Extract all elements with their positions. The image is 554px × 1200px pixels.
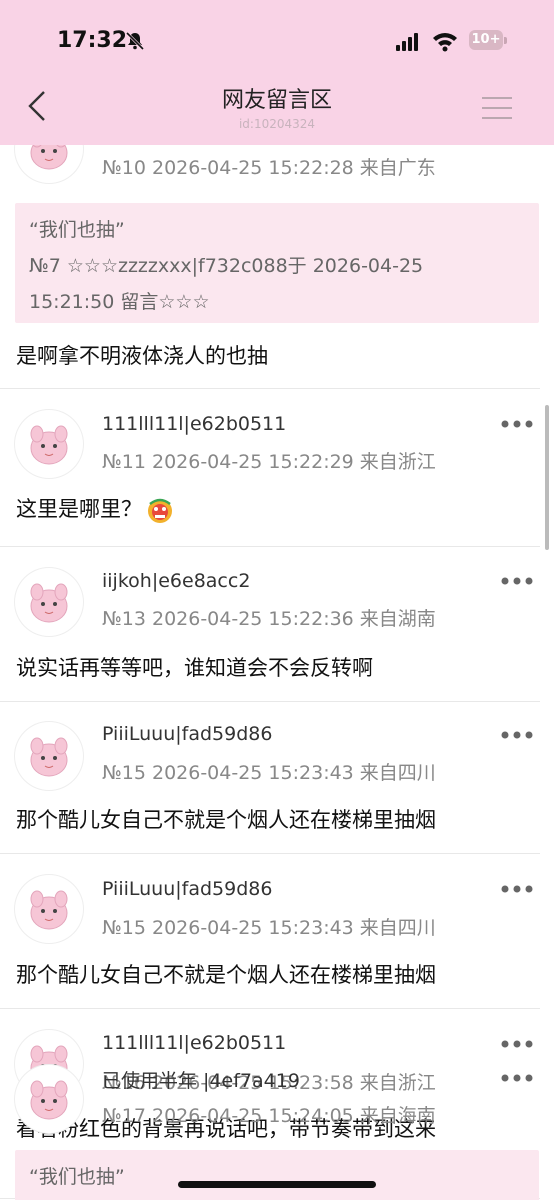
- avatar[interactable]: [15, 1065, 83, 1133]
- quote-text: “我们也抽”: [29, 1166, 125, 1188]
- username[interactable]: 111lll11l|e62b0511: [102, 413, 286, 435]
- username[interactable]: 111lll11l|e62b0511: [102, 1032, 286, 1054]
- quote-text: “我们也抽”: [29, 219, 125, 241]
- comment-text: 那个酷儿女自己不就是个烟人还在楼梯里抽烟: [16, 808, 436, 832]
- bell-muted-icon: [125, 31, 145, 51]
- jigglypuff-avatar-icon: [30, 145, 68, 170]
- comment-meta: №10 2026-04-25 15:22:28 来自广东: [102, 157, 436, 179]
- comment-text: 说实话再等等吧，谁知道会不会反转啊: [16, 656, 373, 680]
- comment-meta: №13 2026-04-25 15:22:36 来自湖南: [102, 608, 436, 630]
- avatar[interactable]: [15, 145, 83, 183]
- quote-source: №7 ☆☆☆zzzzxxx|f732c088于 2026-04-25: [29, 255, 424, 277]
- scrollbar[interactable]: [545, 405, 549, 550]
- avatar[interactable]: [15, 722, 83, 790]
- more-options-icon[interactable]: [500, 1039, 534, 1049]
- lion-dance-emoji-icon: [148, 498, 172, 523]
- jigglypuff-avatar-icon: [30, 1080, 68, 1120]
- battery-indicator: 10+: [469, 30, 507, 50]
- username[interactable]: 已使用半年 |4ef7a419: [102, 1066, 300, 1093]
- jigglypuff-avatar-icon: [30, 890, 68, 930]
- quote-source-time: 15:21:50 留言☆☆☆: [29, 291, 210, 313]
- quote-box: “我们也抽”: [15, 1150, 539, 1200]
- more-options-icon[interactable]: [500, 884, 534, 894]
- comment-meta: №11 2026-04-25 15:22:29 来自浙江: [102, 451, 436, 473]
- comment-text: 那个酷儿女自己不就是个烟人还在楼梯里抽烟: [16, 963, 436, 987]
- more-options-icon[interactable]: [500, 419, 534, 429]
- comment-list[interactable]: №10 2026-04-25 15:22:28 来自广东 “我们也抽” №7 ☆…: [0, 145, 554, 1200]
- username[interactable]: PiiiLuuu|fad59d86: [102, 878, 272, 900]
- comment-meta: №15 2026-04-25 15:23:43 来自四川: [102, 762, 436, 784]
- page-title: 网友留言区: [221, 88, 332, 113]
- divider: [0, 853, 540, 854]
- comment-text: 是啊拿不明液体浇人的也抽: [16, 344, 268, 368]
- comment-meta: №17 2026-04-25 15:24:05 来自海南: [102, 1105, 436, 1127]
- home-indicator[interactable]: [178, 1181, 376, 1188]
- wifi-icon: [433, 33, 457, 52]
- divider: [0, 546, 540, 547]
- page-id: id:10204324: [238, 117, 316, 131]
- username[interactable]: iijkoh|e6e8acc2: [102, 570, 250, 592]
- avatar[interactable]: [15, 410, 83, 478]
- more-options-icon[interactable]: [500, 1073, 534, 1083]
- avatar[interactable]: [15, 875, 83, 943]
- divider: [0, 701, 540, 702]
- status-time: 17:32: [57, 28, 128, 53]
- more-options-icon[interactable]: [500, 576, 534, 586]
- more-options-icon[interactable]: [500, 730, 534, 740]
- comment-text: 这里是哪里？: [16, 493, 174, 524]
- comment-meta: №15 2026-04-25 15:23:43 来自四川: [102, 917, 436, 939]
- username[interactable]: PiiiLuuu|fad59d86: [102, 723, 272, 745]
- jigglypuff-avatar-icon: [30, 737, 68, 777]
- avatar[interactable]: [15, 568, 83, 636]
- jigglypuff-avatar-icon: [30, 425, 68, 465]
- divider: [0, 388, 540, 389]
- divider: [0, 1008, 540, 1009]
- jigglypuff-avatar-icon: [30, 583, 68, 623]
- menu-icon[interactable]: [482, 95, 512, 121]
- comment-list-tail: 已使用半年 |4ef7a419 №17 2026-04-25 15:24:05 …: [0, 1055, 554, 1200]
- signal-icon: [396, 33, 418, 51]
- app-header: 17:32 10+ 网友留言区 id:10204324: [0, 0, 554, 145]
- comment-text-content: 这里是哪里？: [16, 497, 142, 521]
- quote-box: “我们也抽” №7 ☆☆☆zzzzxxx|f732c088于 2026-04-2…: [15, 203, 539, 323]
